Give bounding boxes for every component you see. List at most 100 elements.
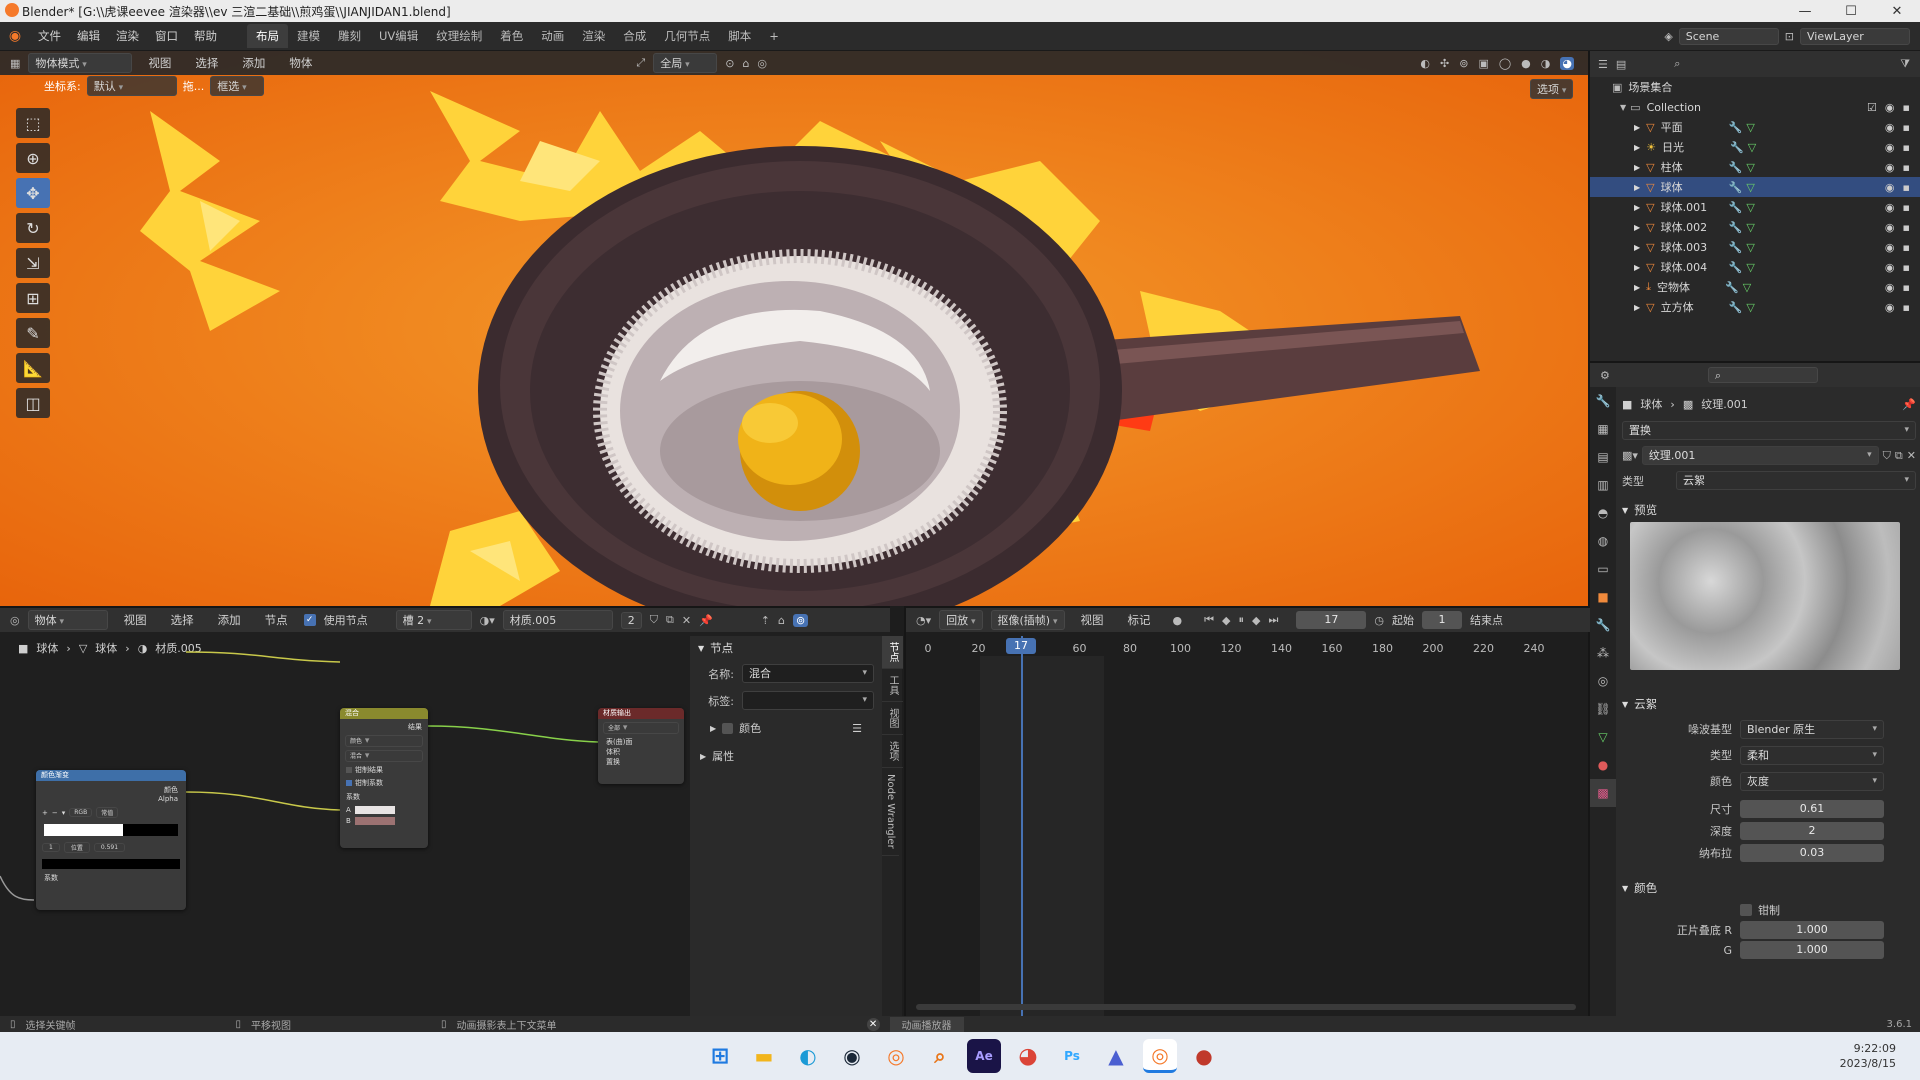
outliner-item[interactable]: ▶ ☀ 日光 🔧 ▽ ◉ ▪	[1590, 137, 1920, 157]
texture-browse-icon[interactable]: ▩▾	[1622, 449, 1638, 462]
camera-icon[interactable]: ▪	[1903, 141, 1910, 154]
view-layer-tab-icon[interactable]: ▥	[1590, 471, 1616, 499]
solid-shading-icon[interactable]: ●	[1521, 57, 1531, 70]
viewport-menu-select[interactable]: 选择	[187, 55, 226, 71]
outliner-item[interactable]: ▶ ▽ 球体.003 🔧 ▽ ◉ ▪	[1590, 237, 1920, 257]
camera-icon[interactable]: ▪	[1903, 261, 1910, 274]
tab-layout[interactable]: 布局	[247, 24, 288, 48]
tab-tool[interactable]: 工具	[882, 669, 903, 702]
object-tab-icon[interactable]: ■	[1590, 583, 1616, 611]
camera-icon[interactable]: ▪	[1903, 101, 1910, 114]
viewport-menu-add[interactable]: 添加	[234, 55, 273, 71]
animation-player-popup[interactable]: 动画播放器	[889, 1016, 964, 1032]
ramp-mode-dropdown[interactable]: RGB	[69, 808, 93, 817]
transform-orientation-dropdown[interactable]: 全局	[653, 53, 718, 73]
outliner-item[interactable]: ▶ ▽ 柱体 🔧 ▽ ◉ ▪	[1590, 157, 1920, 177]
add-cube-tool-icon[interactable]: ◫	[16, 388, 50, 418]
tool-tab-icon[interactable]: 🔧	[1590, 387, 1616, 415]
constraints-tab-icon[interactable]: ⛓	[1590, 695, 1616, 723]
expand-arrow-icon[interactable]: ▼	[1620, 103, 1626, 112]
pause-icon[interactable]: ⏸	[1238, 613, 1244, 627]
scale-tool-icon[interactable]: ⇲	[16, 248, 50, 278]
expand-arrow-icon[interactable]: ▶	[1634, 303, 1640, 312]
rotate-tool-icon[interactable]: ↻	[16, 213, 50, 243]
playhead-line[interactable]	[1021, 636, 1023, 1021]
cursor-tool-icon[interactable]: ⊕	[16, 143, 50, 173]
object-mode-dropdown[interactable]: 物体模式	[28, 53, 133, 73]
camera-icon[interactable]: ▪	[1903, 161, 1910, 174]
outliner-item[interactable]: ▶ ▽ 平面 🔧 ▽ ◉ ▪	[1590, 117, 1920, 137]
timeline-editor[interactable]: ◔▾ 回放 抠像(插帧) 视图 标记 ● ⏮ ◆ ⏸ ◆ ⏭ 17 ◷ 起始 1…	[904, 606, 1590, 1031]
camera-icon[interactable]: ▪	[1903, 301, 1910, 314]
parent-node-icon[interactable]: ⇡	[761, 614, 770, 627]
expand-arrow-icon[interactable]: ▶	[1634, 243, 1640, 252]
expand-arrow-icon[interactable]: ▶	[1634, 203, 1640, 212]
folder-icon[interactable]: ▬	[747, 1039, 781, 1073]
mix-blend-dropdown[interactable]: 混合	[345, 750, 423, 762]
camera-icon[interactable]: ▪	[1903, 181, 1910, 194]
camera-icon[interactable]: ▪	[1903, 221, 1910, 234]
camera-icon[interactable]: ▪	[1903, 241, 1910, 254]
eye-icon[interactable]: ◉	[1885, 181, 1895, 194]
colors-panel-header[interactable]: ▼ 颜色	[1622, 876, 1916, 900]
g-field[interactable]: 1.000	[1740, 941, 1884, 959]
modifier-dropdown[interactable]: 置换	[1622, 421, 1916, 440]
close-popup-icon[interactable]: ✕	[866, 1017, 880, 1031]
outliner-item[interactable]: ▶ ▽ 球体.002 🔧 ▽ ◉ ▪	[1590, 217, 1920, 237]
eye-icon[interactable]: ◉	[1885, 261, 1895, 274]
proportional-edit-icon[interactable]: ◎	[757, 57, 767, 70]
ae-icon[interactable]: Ae	[967, 1039, 1001, 1073]
material-output-node[interactable]: 材质输出 全部 表(曲)面 体积 置换	[598, 708, 684, 784]
menu-render[interactable]: 渲染	[108, 28, 147, 44]
expand-arrow-icon[interactable]: ▶	[1634, 183, 1640, 192]
jump-start-icon[interactable]: ⏮	[1204, 613, 1214, 627]
timeline-scrollbar[interactable]	[916, 1004, 1576, 1010]
filter-icon[interactable]: ⧩	[1900, 57, 1910, 71]
move-tool-icon[interactable]: ✥	[16, 178, 50, 208]
checkbox-icon[interactable]: ☑	[1867, 101, 1877, 114]
add-workspace-button[interactable]: +	[760, 25, 788, 47]
outliner-item[interactable]: ▶ ▽ 球体.004 🔧 ▽ ◉ ▪	[1590, 257, 1920, 277]
pin-icon[interactable]: 📌	[1902, 398, 1916, 411]
depth-field[interactable]: 2	[1740, 822, 1884, 840]
render-tab-icon[interactable]: ▦	[1590, 415, 1616, 443]
viewport-menu-view[interactable]: 视图	[140, 55, 179, 71]
keying-dropdown[interactable]: 抠像(插帧)	[990, 610, 1065, 630]
rendered-shading-icon[interactable]: ◕	[1560, 56, 1574, 70]
ps-icon[interactable]: Ps	[1055, 1039, 1089, 1073]
tab-options[interactable]: 选项	[882, 735, 903, 768]
tab-animation[interactable]: 动画	[532, 24, 573, 48]
start-frame-field[interactable]: 1	[1421, 611, 1462, 629]
mix-data-type-dropdown[interactable]: 颜色	[345, 735, 423, 747]
node-color-checkbox[interactable]	[722, 722, 734, 734]
add-stop-icon[interactable]: +	[42, 809, 48, 817]
close-window-button[interactable]: ✕	[1874, 4, 1920, 19]
outliner-item[interactable]: ▶ ▽ 球体.001 🔧 ▽ ◉ ▪	[1590, 197, 1920, 217]
blender-icon[interactable]: ◎	[879, 1039, 913, 1073]
menu-window[interactable]: 窗口	[147, 28, 186, 44]
size-field[interactable]: 0.61	[1740, 800, 1884, 818]
node-color-row[interactable]: ▶ 颜色 ☰	[690, 714, 882, 742]
measure-tool-icon[interactable]: 📐	[16, 353, 50, 383]
blender-active-icon[interactable]: ◎	[1143, 1039, 1177, 1073]
ramp-gradient-bar[interactable]	[44, 824, 178, 836]
eye-icon[interactable]: ◉	[1885, 281, 1895, 294]
outliner-item[interactable]: ▶ ⤓ 空物体 🔧 ▽ ◉ ▪	[1590, 277, 1920, 297]
visibility-icon[interactable]: ◐	[1420, 57, 1430, 70]
drag-dropdown[interactable]: 框选	[210, 76, 265, 96]
eye-icon[interactable]: ◉	[1885, 301, 1895, 314]
unlink-icon[interactable]: ✕	[1907, 449, 1916, 462]
shader-node-editor[interactable]: ◎ 物体 视图 选择 添加 节点 ✓ 使用节点 槽 2 ◑▾ 材质.005 2 …	[0, 606, 903, 1018]
chrome-icon[interactable]: ◕	[1011, 1039, 1045, 1073]
tab-compositing[interactable]: 合成	[614, 24, 655, 48]
material-tab-icon[interactable]: ●	[1590, 751, 1616, 779]
clock[interactable]: 9:22:09 2023/8/15	[1840, 1041, 1920, 1071]
maximize-button[interactable]: ☐	[1828, 4, 1874, 19]
eye-icon[interactable]: ◉	[1885, 201, 1895, 214]
outliner-item[interactable]: ▶ ▽ 球体 🔧 ▽ ◉ ▪	[1590, 177, 1920, 197]
mix-a-color[interactable]	[354, 806, 395, 814]
tab-node[interactable]: 节点	[882, 636, 903, 669]
ramp-menu-icon[interactable]: ▾	[62, 809, 66, 817]
next-keyframe-icon[interactable]: ◆	[1252, 614, 1260, 627]
display-mode-icon[interactable]: ▤	[1616, 58, 1626, 71]
